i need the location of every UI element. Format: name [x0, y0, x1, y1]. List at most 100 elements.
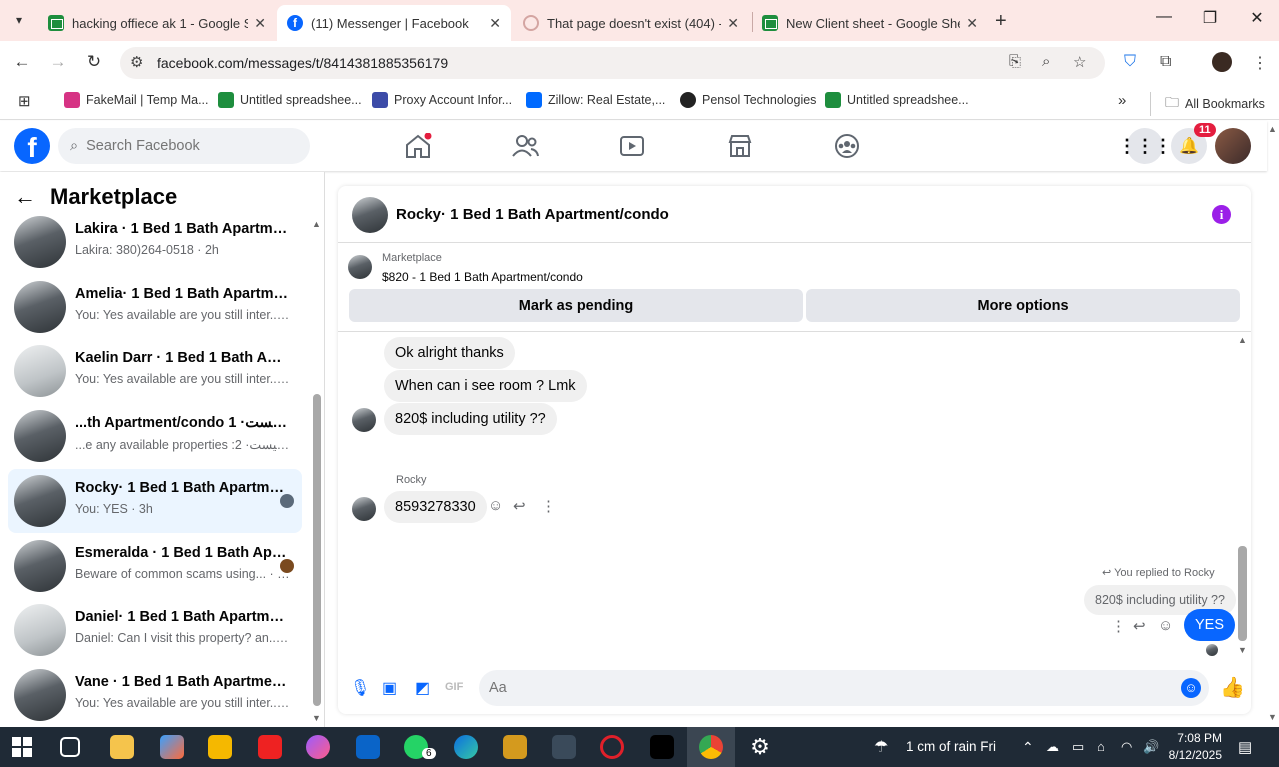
zoom-icon[interactable]: ⌕ — [1042, 53, 1050, 70]
close-window-icon[interactable]: ✕ — [1245, 8, 1269, 28]
more-bookmarks-icon[interactable]: » — [1118, 92, 1126, 109]
network-icon[interactable]: ⌂ — [1097, 739, 1105, 754]
restore-icon[interactable]: ❐ — [1198, 8, 1222, 28]
page-scroll-down-icon[interactable]: ▼ — [1268, 712, 1277, 722]
windows-start-icon[interactable] — [12, 737, 32, 757]
tiktok-icon[interactable] — [650, 735, 674, 759]
conversation-item[interactable]: ...th Apartment/condo 1 ·سيليست ...e any… — [8, 404, 302, 468]
sender-avatar[interactable] — [352, 408, 376, 432]
gif-icon[interactable]: GIF — [445, 681, 465, 701]
clock-time[interactable]: 7:08 PM — [1176, 731, 1222, 745]
onedrive-cloud-icon[interactable]: ☁ — [1046, 739, 1059, 755]
minimize-icon[interactable]: — — [1152, 8, 1176, 26]
facebook-logo-icon[interactable]: f — [14, 128, 50, 164]
profile-avatar[interactable] — [1212, 52, 1232, 72]
bookmark-zillow[interactable]: Zillow: Real Estate,... — [526, 92, 665, 108]
account-avatar[interactable] — [1215, 128, 1251, 164]
facebook-search[interactable]: ⌕ — [58, 128, 310, 164]
bookmark-pensol[interactable]: Pensol Technologies — [680, 92, 816, 108]
message-composer[interactable]: ☺ — [479, 670, 1209, 706]
groups-icon[interactable] — [832, 133, 862, 159]
conversation-item[interactable]: Daniel· 1 Bed 1 Bath Apartment/... Danie… — [8, 598, 302, 662]
copilot-icon[interactable] — [160, 735, 184, 759]
tab-404[interactable]: That page doesn't exist (404) - I ✕ — [513, 5, 749, 41]
opera-icon[interactable] — [600, 735, 624, 759]
home-icon[interactable] — [403, 133, 433, 159]
page-scroll-up-icon[interactable]: ▲ — [1268, 124, 1277, 134]
emoji-icon[interactable]: ☺ — [1181, 678, 1201, 698]
tab-messenger[interactable]: f (11) Messenger | Facebook ✕ — [277, 5, 511, 41]
edge-icon[interactable] — [454, 735, 478, 759]
tab-search-icon[interactable]: ▾ — [6, 7, 32, 33]
tab-sheets-2[interactable]: New Client sheet - Google Shee ✕ — [752, 5, 988, 41]
scroll-up-arrow-icon[interactable]: ▲ — [1238, 335, 1247, 345]
conversation-item[interactable]: Vane · 1 Bed 1 Bath Apartment/c... You: … — [8, 663, 302, 727]
chevron-up-icon[interactable]: ⌃ — [1022, 739, 1034, 756]
bookmark-proxy[interactable]: Proxy Account Infor... — [372, 92, 512, 108]
video-icon[interactable] — [617, 133, 647, 159]
chat-scrollbar[interactable] — [1238, 546, 1247, 641]
wifi-icon[interactable]: ◠ — [1121, 739, 1132, 755]
conversation-item[interactable]: Lakira · 1 Bed 1 Bath Apartment/... Laki… — [8, 210, 302, 274]
reply-icon[interactable]: ↩ — [1133, 617, 1146, 635]
shield-extension-icon[interactable]: ⛉ — [1124, 53, 1136, 71]
back-icon[interactable]: ← — [11, 52, 33, 72]
message-input[interactable] — [489, 680, 1149, 696]
volume-icon[interactable]: 🔊 — [1143, 739, 1159, 755]
search-input[interactable] — [86, 138, 287, 154]
app-icon[interactable] — [503, 735, 527, 759]
microphone-icon[interactable]: 🎙 — [350, 678, 370, 698]
bookmark-star-icon[interactable]: ☆ — [1073, 53, 1086, 71]
app-icon[interactable] — [306, 735, 330, 759]
back-arrow-icon[interactable]: ← — [14, 184, 36, 210]
message-bubble[interactable]: Ok alright thanks — [384, 337, 515, 369]
bookmark-fakemail[interactable]: FakeMail | Temp Ma... — [64, 92, 209, 108]
menu-grid-icon[interactable]: ⋮⋮⋮ — [1118, 128, 1172, 164]
scroll-down-arrow-icon[interactable]: ▼ — [1238, 645, 1247, 655]
message-bubble[interactable]: 820$ including utility ?? — [384, 403, 557, 435]
my-message-bubble[interactable]: YES — [1184, 609, 1236, 641]
reload-icon[interactable]: ↻ — [83, 52, 105, 72]
conversation-item[interactable]: Esmeralda · 1 Bed 1 Bath Apar... Beware … — [8, 534, 302, 598]
scroll-up-arrow-icon[interactable]: ▲ — [312, 219, 321, 229]
chat-avatar[interactable] — [352, 197, 388, 233]
url-text[interactable]: facebook.com/messages/t/8414381885356179 — [157, 55, 448, 71]
store-icon[interactable] — [208, 735, 232, 759]
marketplace-icon[interactable] — [725, 133, 755, 159]
close-icon[interactable]: ✕ — [966, 15, 978, 32]
mark-as-pending-button[interactable]: Mark as pending — [349, 289, 803, 322]
sticker-icon[interactable]: ◩ — [415, 678, 435, 698]
close-icon[interactable]: ✕ — [727, 15, 739, 32]
sidebar-scrollbar[interactable] — [313, 394, 321, 706]
forward-icon[interactable]: → — [47, 52, 69, 72]
extensions-icon[interactable]: ⧉ — [1160, 53, 1171, 71]
conversation-item[interactable]: Kaelin Darr · 1 Bed 1 Bath Apart... You:… — [8, 339, 302, 403]
notification-center-icon[interactable]: ▤ — [1238, 738, 1252, 756]
more-options-button[interactable]: More options — [806, 289, 1240, 322]
conversation-item[interactable]: Amelia· 1 Bed 1 Bath Apartment... You: Y… — [8, 275, 302, 339]
react-smiley-icon[interactable]: ☺ — [1158, 617, 1173, 634]
scroll-down-arrow-icon[interactable]: ▼ — [312, 713, 321, 723]
close-icon[interactable]: ✕ — [254, 15, 266, 32]
sender-avatar[interactable] — [352, 497, 376, 521]
more-actions-icon[interactable]: ⋮ — [541, 497, 556, 515]
file-explorer-icon[interactable] — [110, 735, 134, 759]
close-icon[interactable]: ✕ — [489, 15, 501, 32]
weather-text[interactable]: 1 cm of rain Fri — [906, 739, 996, 754]
bookmark-spreadsheet-2[interactable]: Untitled spreadshee... — [825, 92, 969, 108]
message-bubble[interactable]: When can i see room ? Lmk — [384, 370, 587, 402]
settings-gear-icon[interactable]: ⚙ — [748, 735, 772, 759]
install-app-icon[interactable]: ⎘ — [1009, 53, 1021, 70]
like-thumbs-up-icon[interactable]: 👍 — [1220, 675, 1245, 700]
reply-icon[interactable]: ↩ — [513, 497, 526, 515]
react-smiley-icon[interactable]: ☺ — [488, 497, 503, 514]
app-icon[interactable] — [258, 735, 282, 759]
all-bookmarks[interactable]: 🗀 All Bookmarks — [1150, 92, 1265, 116]
photo-icon[interactable]: ▣ — [382, 678, 402, 698]
battery-icon[interactable]: ▭ — [1072, 739, 1084, 755]
bookmark-spreadsheet-1[interactable]: Untitled spreadshee... — [218, 92, 362, 108]
message-bubble[interactable]: 8593278330 — [384, 491, 487, 523]
more-actions-icon[interactable]: ⋮ — [1111, 617, 1126, 635]
friends-icon[interactable] — [510, 133, 540, 159]
menu-kebab-icon[interactable]: ⋮ — [1252, 53, 1268, 73]
